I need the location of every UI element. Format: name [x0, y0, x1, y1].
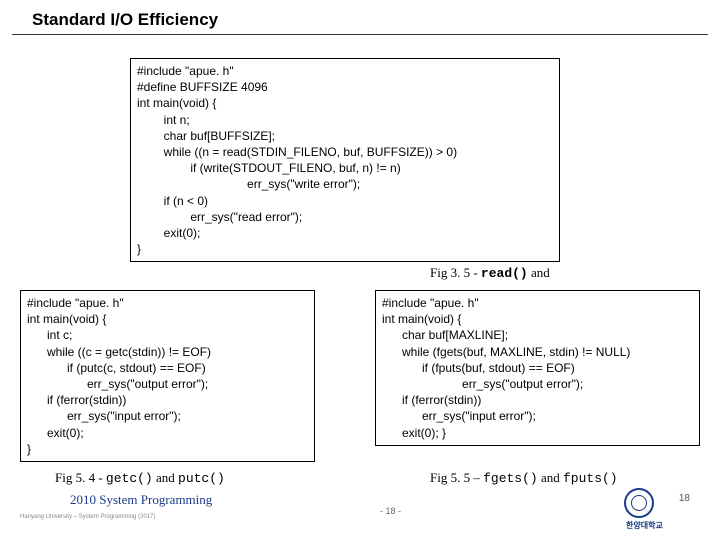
caption-text: and	[153, 470, 178, 485]
code-block-right: #include "apue. h" int main(void) { char…	[375, 290, 700, 446]
code-block-left: #include "apue. h" int main(void) { int …	[20, 290, 315, 462]
caption-fig-5-5: Fig 5. 5 – fgets() and fputs()	[430, 470, 618, 486]
logo-text: 한양대학교	[626, 522, 663, 531]
footer-university: Hanyang University – System Programming …	[20, 514, 155, 520]
caption-mono: getc()	[106, 471, 153, 486]
caption-mono: fputs()	[563, 471, 618, 486]
caption-mono: fgets()	[483, 471, 538, 486]
footer-course: 2010 System Programming	[70, 492, 212, 508]
logo-seal-icon	[624, 488, 654, 518]
caption-text: Fig 3. 5 -	[430, 265, 481, 280]
code-block-top: #include "apue. h" #define BUFFSIZE 4096…	[130, 58, 560, 262]
caption-text: and	[538, 470, 563, 485]
caption-text: and	[528, 265, 550, 280]
caption-fig-5-4: Fig 5. 4 - getc() and putc()	[55, 470, 225, 486]
page-number-center: - 18 -	[380, 506, 401, 516]
caption-fig-3-5: Fig 3. 5 - read() and write()	[430, 265, 550, 281]
caption-text: Fig 5. 4 -	[55, 470, 106, 485]
page-title: Standard I/O Efficiency	[12, 0, 708, 35]
caption-text: Fig 5. 5 –	[430, 470, 483, 485]
caption-mono: putc()	[178, 471, 225, 486]
caption-mono: read()	[481, 266, 528, 281]
university-logo: 한양대학교	[624, 488, 692, 526]
